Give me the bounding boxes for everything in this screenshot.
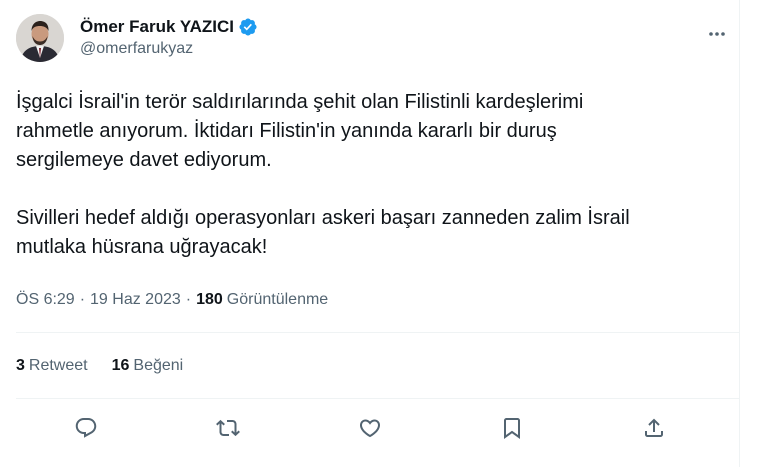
reply-button[interactable] <box>68 410 104 446</box>
share-icon <box>645 418 663 437</box>
retweet-icon <box>216 419 240 437</box>
tweet-date[interactable]: 19 Haz 2023 <box>90 291 181 309</box>
bookmark-icon <box>504 418 520 439</box>
author-names: Ömer Faruk YAZICI @omerfarukyaz <box>80 16 258 58</box>
retweet-button[interactable] <box>210 410 246 446</box>
author-handle[interactable]: @omerfarukyaz <box>80 40 258 58</box>
display-name-row: Ömer Faruk YAZICI <box>80 16 258 38</box>
divider <box>16 398 739 399</box>
avatar[interactable] <box>16 14 64 62</box>
retweets-label: Retweet <box>28 357 88 374</box>
likes-stat-link[interactable]: 16 Beğeni <box>112 357 184 375</box>
like-button[interactable] <box>352 410 388 446</box>
more-dots-icon <box>709 32 725 36</box>
tweet-text: İşgalci İsrail'in terör saldırılarında ş… <box>16 91 630 258</box>
tweet-card: Ömer Faruk YAZICI @omerfarukyaz İşgalci … <box>0 0 740 467</box>
profile-photo-icon <box>16 14 64 62</box>
tweet-header: Ömer Faruk YAZICI @omerfarukyaz <box>16 12 739 64</box>
likes-count: 16 <box>111 357 130 374</box>
tweet-metadata: ÖS 6:29 · 19 Haz 2023 · 180 Görüntülenme <box>16 288 328 312</box>
likes-label: Beğeni <box>133 357 184 374</box>
reply-icon <box>75 418 97 438</box>
bookmark-button[interactable] <box>494 410 530 446</box>
retweets-count: 3 <box>16 357 25 374</box>
retweets-stat-link[interactable]: 3 Retweet <box>16 357 88 375</box>
engagement-stats: 3 Retweet 16 Beğeni <box>16 354 207 378</box>
like-icon <box>359 419 381 438</box>
meta-separator: · <box>185 291 192 308</box>
views-count: 180 <box>196 291 223 308</box>
meta-separator: · <box>79 291 86 308</box>
tweet-time[interactable]: ÖS 6:29 <box>16 291 75 309</box>
tweet-actions-bar <box>68 410 672 446</box>
verified-badge-icon[interactable] <box>238 17 258 37</box>
more-options-button[interactable] <box>701 18 733 50</box>
divider <box>16 332 739 333</box>
share-button[interactable] <box>636 410 672 446</box>
author-display-name[interactable]: Ömer Faruk YAZICI <box>80 17 234 37</box>
views-label: Görüntülenme <box>226 291 329 308</box>
